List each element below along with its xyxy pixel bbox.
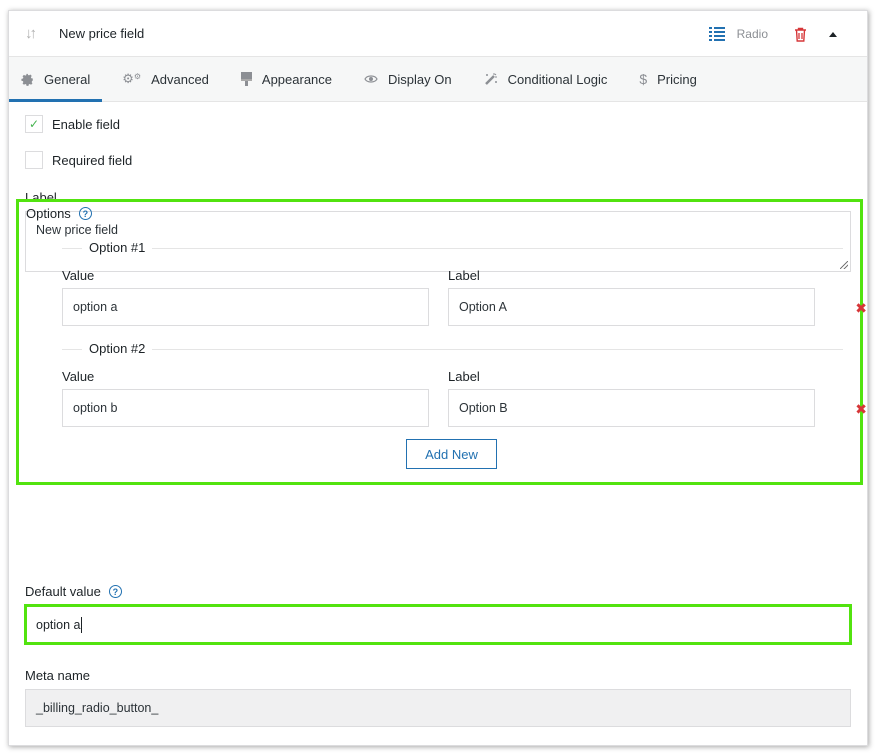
gears-icon: ⚙ ⚙	[122, 71, 142, 86]
field-header[interactable]: ↓↑ New price field Radio	[9, 11, 867, 57]
remove-option-icon[interactable]: ✖	[855, 300, 867, 317]
enable-field-row: ✓ Enable field	[25, 106, 851, 142]
required-field-checkbox[interactable]	[25, 151, 43, 169]
options-section: Options ? Option #1 Value option a Label…	[16, 199, 867, 485]
divider	[62, 349, 843, 350]
list-icon	[708, 27, 725, 41]
meta-name-input: _billing_radio_button_	[25, 689, 851, 727]
caret-up-icon[interactable]	[829, 31, 837, 37]
option-value-input[interactable]: option a	[62, 288, 429, 326]
option-fields-row: Value option a Label Option A ✖	[62, 268, 867, 326]
default-value-label: Default value ?	[25, 584, 122, 599]
option-label-col: Label Option A	[448, 268, 815, 326]
tab-label: Advanced	[151, 71, 209, 87]
tab-appearance[interactable]: Appearance	[229, 57, 344, 101]
required-field-row: Required field	[25, 142, 851, 178]
tab-label: Pricing	[657, 71, 697, 87]
tab-display-on[interactable]: Display On	[352, 57, 464, 101]
option-value-col: Value option b	[62, 369, 429, 427]
enable-field-checkbox[interactable]: ✓	[25, 115, 43, 133]
option-value-input[interactable]: option b	[62, 389, 429, 427]
text-caret	[81, 616, 83, 633]
field-title: New price field	[59, 26, 145, 41]
tab-label: Conditional Logic	[507, 71, 608, 87]
option-value-col: Value option a	[62, 268, 429, 326]
header-actions: Radio	[708, 11, 837, 57]
gear-icon	[21, 73, 34, 86]
default-value-label-text: Default value	[25, 584, 101, 599]
option-legend-text: Option #1	[82, 240, 153, 255]
field-editor-panel: ↓↑ New price field Radio General ⚙ ⚙ Adv…	[8, 10, 868, 746]
tab-bar: General ⚙ ⚙ Advanced Appearance Display O…	[9, 57, 867, 102]
option-value-label: Value	[62, 369, 95, 384]
meta-name-label: Meta name	[25, 668, 91, 683]
option-legend-text: Option #2	[82, 341, 153, 356]
default-value-text: option a	[36, 617, 81, 632]
help-icon[interactable]: ?	[108, 585, 122, 598]
option-item: Option #2 Value option b Label Option B …	[62, 340, 867, 427]
tab-advanced[interactable]: ⚙ ⚙ Advanced	[110, 57, 221, 101]
option-label-col: Label Option B	[448, 369, 815, 427]
divider	[62, 248, 843, 249]
option-fields-row: Value option b Label Option B ✖	[62, 369, 867, 427]
option-legend: Option #1	[62, 239, 843, 259]
default-value-input[interactable]: option a	[24, 604, 852, 645]
tab-label: General	[44, 71, 91, 87]
help-icon[interactable]: ?	[78, 207, 92, 220]
options-title-text: Options	[26, 206, 71, 221]
paint-brush-icon	[240, 72, 252, 86]
option-item: Option #1 Value option a Label Option A …	[62, 239, 867, 326]
field-type-label: Radio	[736, 27, 768, 41]
options-title: Options ?	[26, 206, 92, 221]
sort-arrows-icon[interactable]: ↓↑	[25, 25, 43, 42]
dollar-icon: $	[639, 71, 648, 87]
eye-icon	[364, 74, 378, 84]
tab-general[interactable]: General	[9, 57, 103, 102]
option-legend: Option #2	[62, 340, 843, 360]
option-label-input[interactable]: Option A	[448, 288, 815, 326]
tab-pricing[interactable]: $ Pricing	[627, 57, 709, 101]
magic-wand-icon	[484, 72, 498, 86]
tab-label: Appearance	[261, 71, 333, 87]
tab-label: Display On	[388, 71, 452, 87]
option-label-label: Label	[448, 369, 480, 384]
trash-icon[interactable]	[794, 27, 807, 42]
option-label-input[interactable]: Option B	[448, 389, 815, 427]
option-value-label: Value	[62, 268, 95, 283]
required-field-label: Required field	[52, 152, 133, 168]
tab-conditional-logic[interactable]: Conditional Logic	[472, 57, 620, 101]
enable-field-label: Enable field	[52, 116, 120, 132]
add-new-option-button[interactable]: Add New	[406, 439, 497, 469]
option-label-label: Label	[448, 268, 480, 283]
remove-option-icon[interactable]: ✖	[855, 401, 867, 418]
